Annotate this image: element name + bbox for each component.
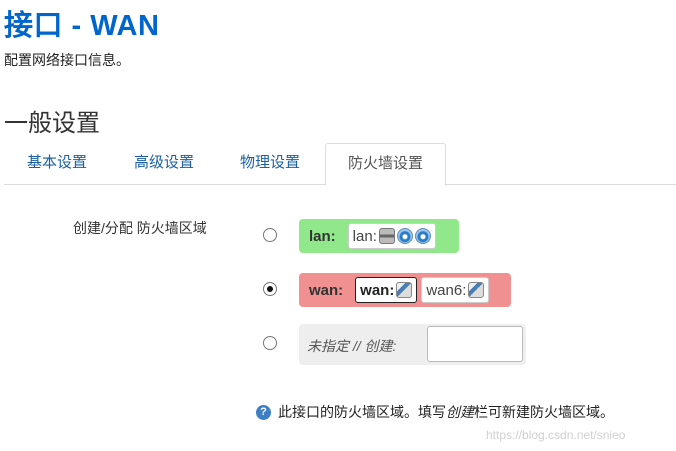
interface-wan6: wan6: bbox=[421, 277, 490, 303]
help-icon: ? bbox=[256, 404, 271, 420]
zone-lan[interactable]: lan: lan: bbox=[299, 219, 459, 253]
interface-wan-label: wan: bbox=[360, 281, 395, 299]
zone-lan-name: lan: bbox=[309, 227, 336, 245]
tab-advanced-settings[interactable]: 高级设置 bbox=[131, 143, 197, 183]
zone-wan-name: wan: bbox=[309, 281, 344, 299]
watermark: https://blog.csdn.net/snieo bbox=[486, 428, 626, 442]
tab-basic-settings[interactable]: 基本设置 bbox=[24, 143, 90, 183]
zone-lan-radio[interactable] bbox=[263, 228, 277, 242]
zone-unspecified-radio[interactable] bbox=[263, 336, 277, 350]
ethernet-icon bbox=[396, 282, 413, 298]
help-text-emphasis: 创建 bbox=[446, 404, 474, 420]
help-text-after: 栏可新建防火墙区域。 bbox=[474, 404, 614, 420]
interface-lan-label: lan: bbox=[352, 227, 377, 245]
help-text-before: 此接口的防火墙区域。填写 bbox=[278, 404, 446, 420]
interface-lan: lan: bbox=[347, 223, 436, 249]
tab-firewall-settings[interactable]: 防火墙设置 bbox=[325, 143, 446, 186]
wifi-icon bbox=[414, 228, 431, 244]
page-description: 配置网络接口信息。 bbox=[4, 52, 130, 68]
wifi-icon bbox=[396, 228, 413, 244]
create-zone-label: 未指定 // 创建: bbox=[307, 338, 397, 354]
page-title: 接口 - WAN bbox=[4, 10, 160, 42]
create-zone-input[interactable] bbox=[427, 326, 523, 362]
zone-create: 未指定 // 创建: bbox=[299, 324, 526, 365]
tab-bar: 基本设置 高级设置 物理设置 防火墙设置 bbox=[4, 143, 676, 186]
zone-wan[interactable]: wan: wan: wan6: bbox=[299, 273, 511, 307]
firewall-zone-label: 创建/分配 防火墙区域 bbox=[73, 220, 207, 236]
help-text: ? 此接口的防火墙区域。填写 创建 栏可新建防火墙区域。 bbox=[256, 402, 614, 422]
ethernet-icon bbox=[468, 282, 485, 298]
interface-wan6-label: wan6: bbox=[426, 281, 467, 299]
tab-physical-settings[interactable]: 物理设置 bbox=[237, 143, 303, 183]
zone-wan-radio[interactable] bbox=[263, 282, 277, 296]
switch-icon bbox=[378, 228, 395, 244]
section-title: 一般设置 bbox=[4, 110, 100, 137]
interface-wan: wan: bbox=[355, 277, 418, 303]
